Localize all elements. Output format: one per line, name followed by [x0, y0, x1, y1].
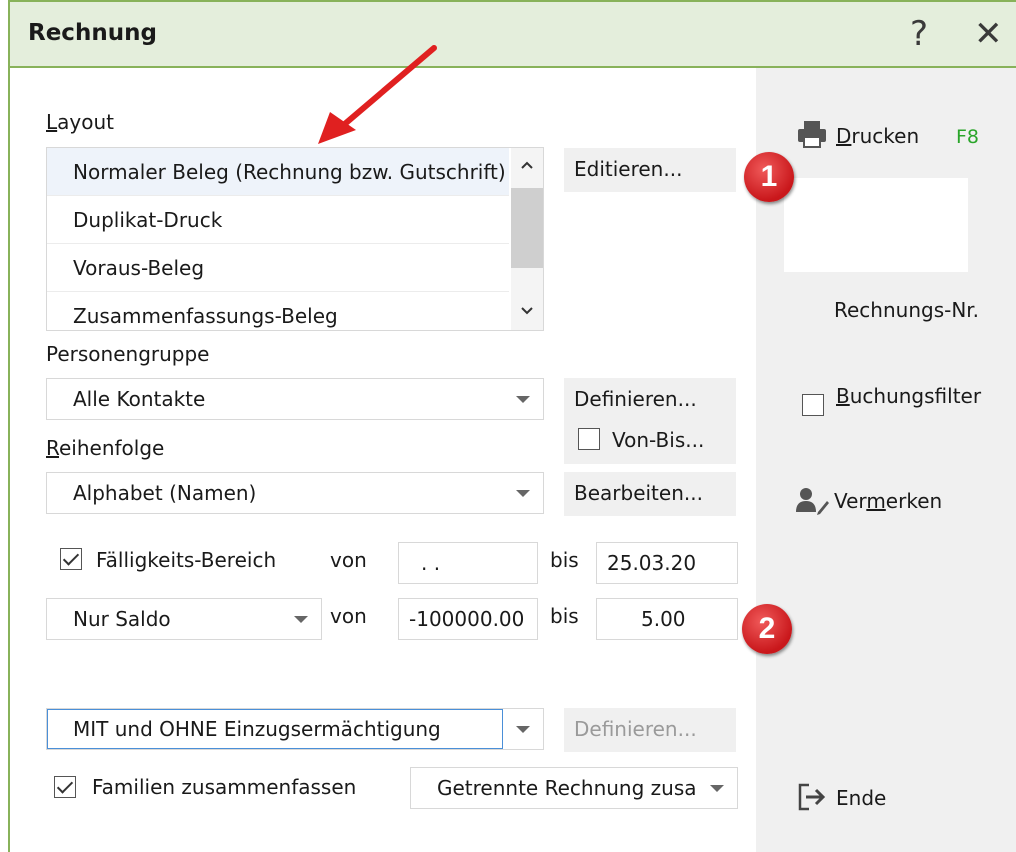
print-button[interactable]: Drucken [836, 124, 919, 148]
familien-value: Getrennte Rechnung zusammen [437, 776, 697, 800]
vermerken-mnemonic: m [866, 489, 886, 513]
von-bis-label: Von-Bis... [612, 428, 705, 452]
chevron-down-icon[interactable] [503, 709, 543, 749]
chevron-down-icon[interactable] [697, 768, 737, 808]
saldo-bis-input[interactable]: 5.00 [596, 598, 738, 640]
saldo-von-label: von [330, 604, 367, 628]
buchungsfilter-label[interactable]: Buchungsfilter [836, 384, 981, 408]
saldo-dropdown[interactable]: Nur Saldo [46, 598, 322, 640]
edit-label: Bearbeiten... [574, 481, 703, 505]
scroll-thumb[interactable] [511, 188, 543, 268]
buchungsfilter-mnemonic: B [836, 384, 850, 408]
layout-label-mnemonic: L [46, 110, 58, 134]
layout-item[interactable]: Voraus-Beleg [47, 244, 509, 292]
layout-label: Layout [46, 110, 115, 134]
exit-icon [797, 782, 827, 817]
layout-listbox[interactable]: Normaler Beleg (Rechnung bzw. Gutschrift… [46, 147, 544, 331]
close-button[interactable]: ✕ [974, 14, 1003, 54]
buchungsfilter-checkbox[interactable] [802, 394, 824, 416]
faelligkeit-bis-label: bis [550, 548, 579, 572]
saldo-bis-label: bis [550, 604, 579, 628]
saldo-von-input[interactable]: -100000.00 [398, 598, 538, 640]
print-shortcut: F8 [956, 126, 980, 148]
define-label: Definieren... [574, 717, 697, 741]
faelligkeit-von-label: von [330, 548, 367, 572]
scroll-down-icon[interactable] [511, 304, 543, 328]
von-bis-checkbox[interactable] [578, 428, 600, 450]
reihenfolge-label: Reihenfolge [46, 436, 165, 460]
layout-item[interactable]: Duplikat-Druck [47, 196, 509, 244]
print-mnemonic: D [836, 124, 852, 148]
chevron-down-icon[interactable] [281, 599, 321, 639]
edit-layout-button[interactable]: Editieren... [564, 148, 736, 192]
edit-layout-label: Editieren... [574, 157, 683, 181]
reihenfolge-value: Alphabet (Namen) [73, 481, 257, 505]
annotation-badge-1: 1 [744, 152, 794, 202]
chevron-down-icon[interactable] [503, 473, 543, 513]
vermerken-button[interactable]: Vermerken [834, 489, 942, 513]
personengruppe-label: Personengruppe [46, 342, 210, 366]
annotation-badge-2: 2 [742, 604, 792, 654]
reihenfolge-edit-button[interactable]: Bearbeiten... [564, 472, 736, 516]
define-label: Definieren... [574, 387, 697, 411]
personengruppe-dropdown[interactable]: Alle Kontakte [46, 378, 544, 420]
personengruppe-value: Alle Kontakte [73, 387, 206, 411]
printer-icon [796, 118, 828, 155]
reihenfolge-mnemonic: R [46, 436, 59, 460]
familien-checkbox[interactable] [54, 776, 76, 798]
familien-label: Familien zusammenfassen [92, 775, 357, 799]
user-edit-icon [796, 486, 830, 521]
scroll-up-icon[interactable] [511, 158, 543, 182]
help-button[interactable]: ? [910, 14, 928, 54]
layout-scrollbar[interactable] [511, 148, 543, 330]
faelligkeit-bis-input[interactable]: 25.03.20 [596, 542, 738, 584]
rechnungs-nr-box [784, 178, 968, 272]
saldo-value: Nur Saldo [73, 607, 171, 631]
familien-dropdown[interactable]: Getrennte Rechnung zusammen [410, 767, 738, 809]
title-bar [10, 2, 1016, 68]
ende-button[interactable]: Ende [836, 786, 886, 810]
layout-item[interactable]: Zusammenfassungs-Beleg [47, 292, 509, 330]
chevron-down-icon[interactable] [503, 379, 543, 419]
faelligkeit-label: Fälligkeits-Bereich [96, 548, 277, 572]
rechnungs-nr-label: Rechnungs-Nr. [834, 298, 980, 322]
einzug-define-button[interactable]: Definieren... [564, 708, 736, 752]
red-arrow-annotation [318, 45, 437, 144]
einzug-dropdown[interactable]: MIT und OHNE Einzugsermächtigung [46, 708, 544, 750]
faelligkeit-checkbox[interactable] [60, 548, 82, 570]
layout-item[interactable]: Normaler Beleg (Rechnung bzw. Gutschrift… [47, 148, 509, 196]
einzug-focus-border [47, 709, 503, 749]
reihenfolge-dropdown[interactable]: Alphabet (Namen) [46, 472, 544, 514]
faelligkeit-von-input[interactable]: . . [398, 542, 538, 584]
window-title: Rechnung [28, 20, 157, 46]
